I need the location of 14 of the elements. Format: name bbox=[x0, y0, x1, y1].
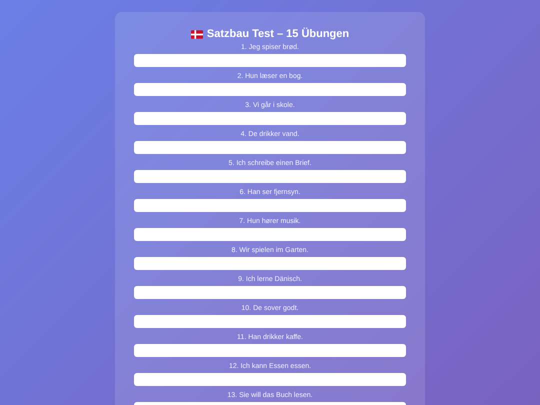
answer-field[interactable] bbox=[134, 373, 406, 386]
answer-field[interactable] bbox=[134, 228, 406, 241]
answer-field[interactable] bbox=[134, 112, 406, 125]
answer-field[interactable] bbox=[134, 286, 406, 299]
answer-field[interactable] bbox=[134, 344, 406, 357]
answer-field[interactable] bbox=[134, 54, 406, 67]
flag-icon bbox=[190, 30, 203, 38]
answer-field[interactable] bbox=[134, 257, 406, 270]
answer-field[interactable] bbox=[134, 141, 406, 154]
answer-field[interactable] bbox=[134, 83, 406, 96]
answer-field[interactable] bbox=[134, 315, 406, 328]
answer-field[interactable] bbox=[134, 199, 406, 212]
answer-field[interactable] bbox=[134, 170, 406, 183]
quiz-title: Satzbau Test – 15 Übungen bbox=[206, 28, 350, 40]
